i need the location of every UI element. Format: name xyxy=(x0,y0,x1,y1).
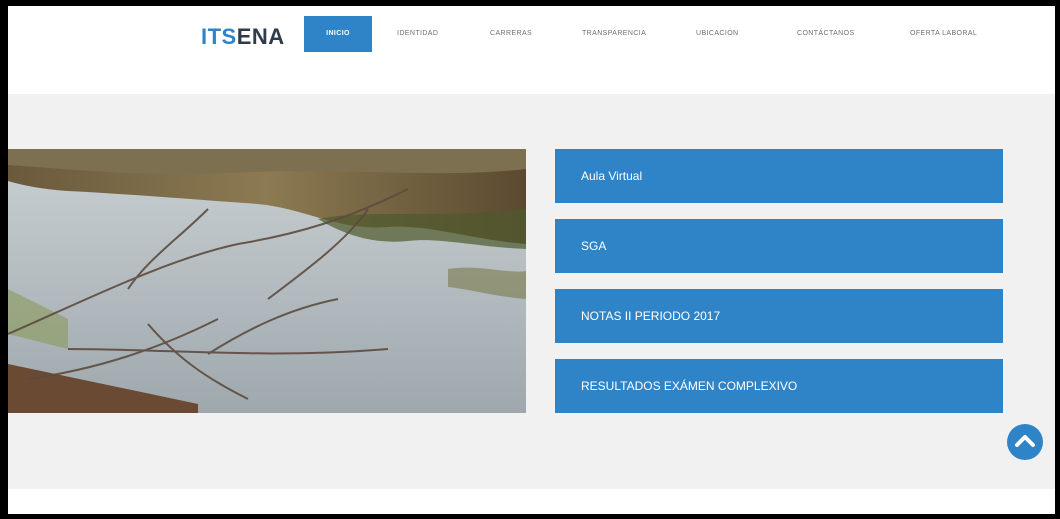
nav-item-carreras[interactable]: CARRERAS xyxy=(490,16,532,52)
footer xyxy=(8,489,1055,514)
nav-item-ubicacion[interactable]: UBICACIÓN xyxy=(696,16,739,52)
link-aula-virtual[interactable]: Aula Virtual xyxy=(555,149,1003,203)
link-sga[interactable]: SGA xyxy=(555,219,1003,273)
hero-section: Aula Virtual SGA NOTAS II PERIODO 2017 R… xyxy=(8,94,1055,489)
nav-item-contactanos[interactable]: CONTÁCTANOS xyxy=(797,16,855,52)
logo-part-1: ITS xyxy=(201,24,237,49)
river-image xyxy=(8,149,526,413)
header: ITSENA INICIO IDENTIDAD CARRERAS TRANSPA… xyxy=(8,6,1055,94)
river-photo xyxy=(8,149,526,413)
nav-item-oferta-laboral[interactable]: OFERTA LABORAL xyxy=(910,16,977,52)
chevron-up-circle-icon xyxy=(1015,435,1035,447)
nav-item-transparencia[interactable]: TRANSPARENCIA xyxy=(582,16,646,52)
scroll-to-top-button[interactable] xyxy=(1007,424,1043,460)
nav-item-inicio[interactable]: INICIO xyxy=(304,16,372,52)
logo-part-2: ENA xyxy=(236,24,285,49)
page: ITSENA INICIO IDENTIDAD CARRERAS TRANSPA… xyxy=(8,6,1055,514)
site-logo[interactable]: ITSENA xyxy=(201,24,285,50)
link-notas[interactable]: NOTAS II PERIODO 2017 xyxy=(555,289,1003,343)
link-resultados[interactable]: RESULTADOS EXÁMEN COMPLEXIVO xyxy=(555,359,1003,413)
nav-item-identidad[interactable]: IDENTIDAD xyxy=(397,16,438,52)
